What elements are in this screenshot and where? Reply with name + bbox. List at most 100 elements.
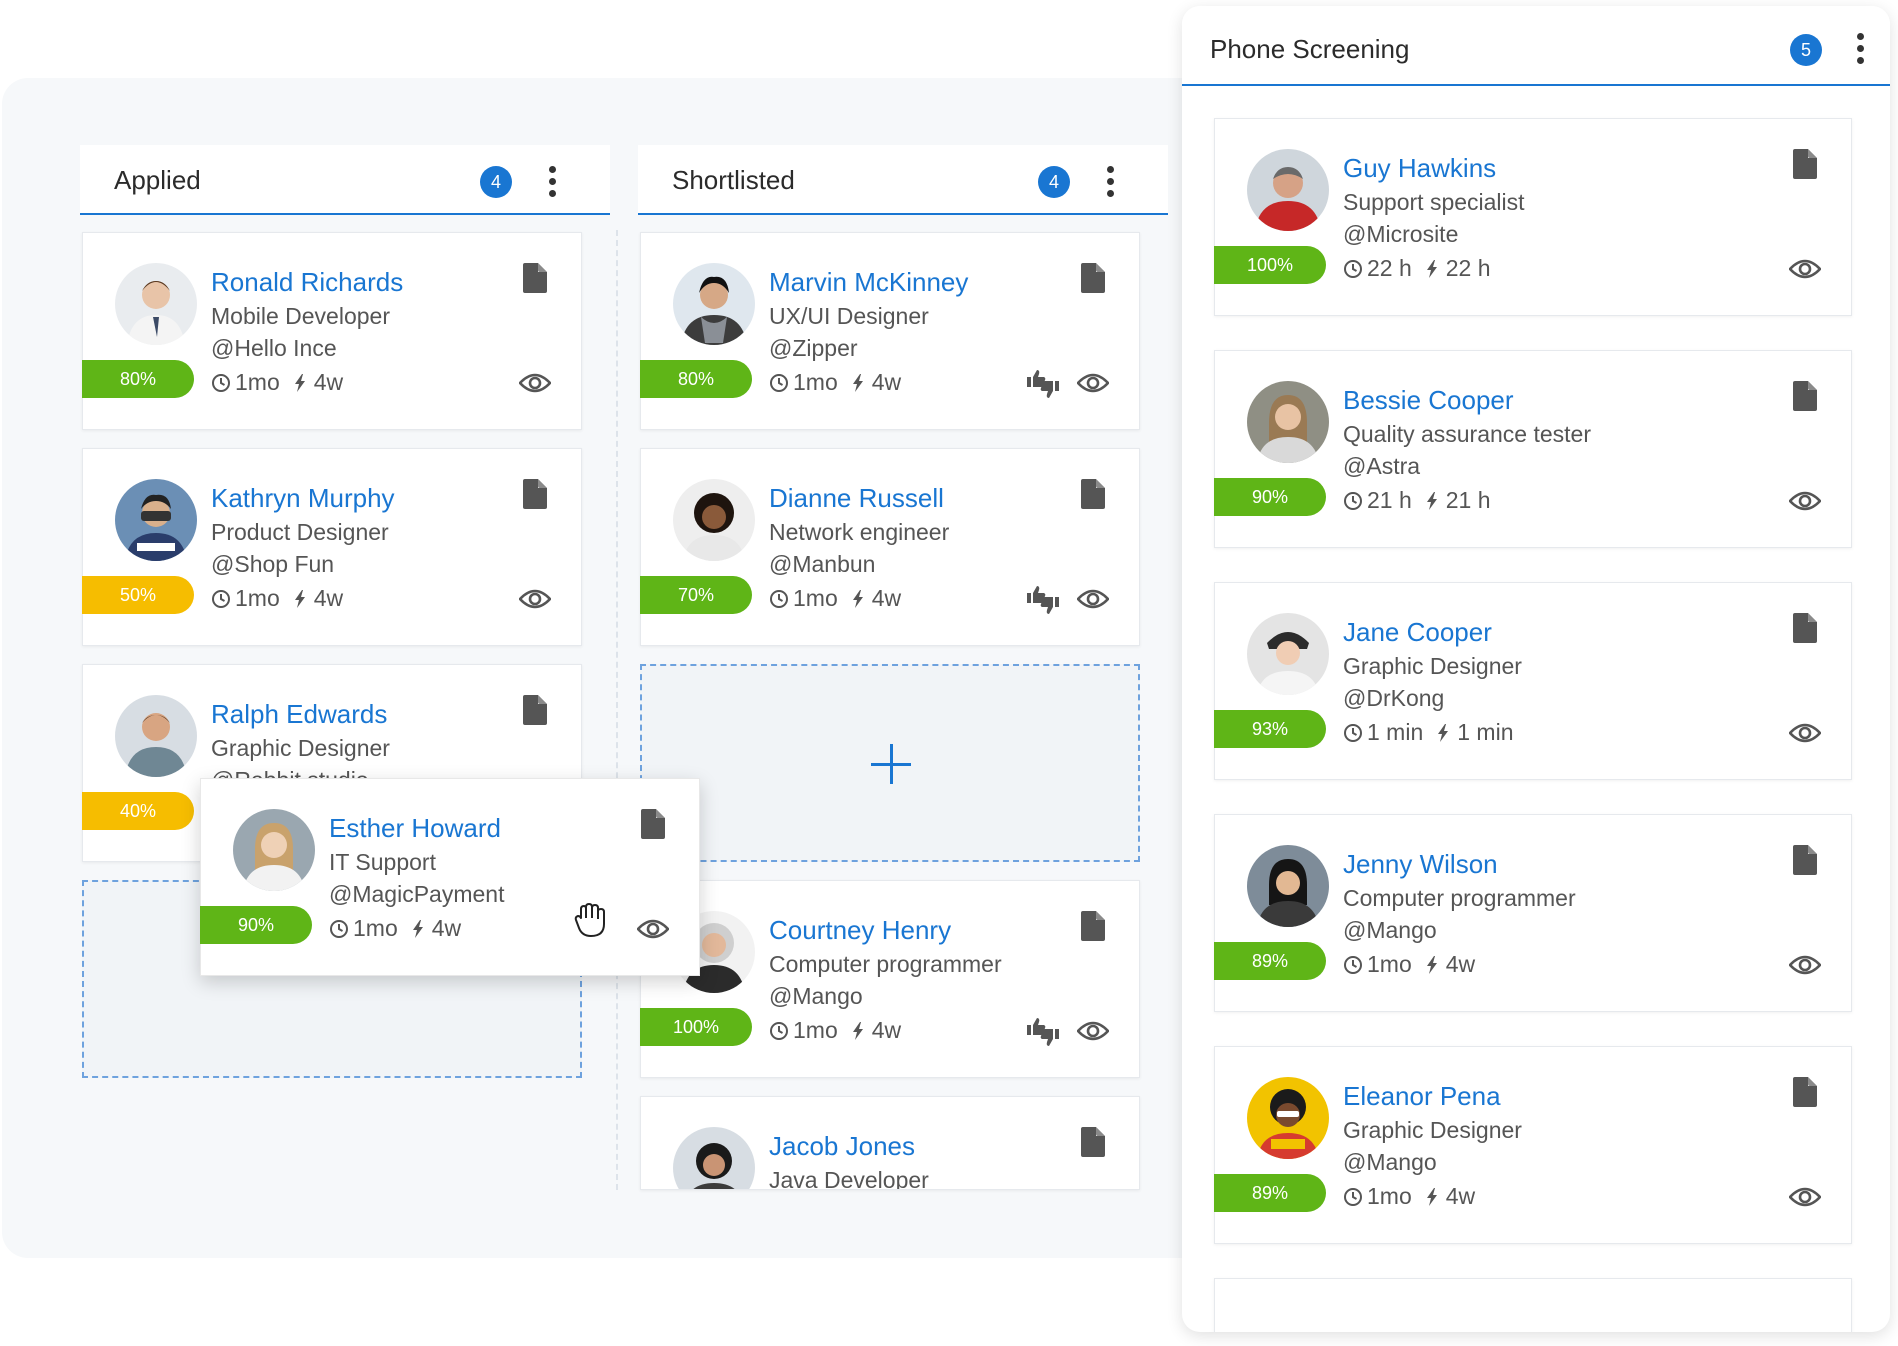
document-icon[interactable] <box>1793 845 1817 875</box>
avatar <box>1247 149 1329 231</box>
document-icon[interactable] <box>1081 479 1105 509</box>
time-in-stage: 1 min <box>1367 719 1424 745</box>
candidate-meta: 1mo 4w <box>769 369 901 396</box>
candidate-card[interactable]: 80% Ronald Richards Mobile Developer @He… <box>82 232 582 430</box>
candidate-name-link[interactable]: Jacob Jones <box>769 1131 915 1162</box>
candidate-card[interactable] <box>1214 1278 1852 1332</box>
document-icon[interactable] <box>1793 381 1817 411</box>
more-options-icon[interactable] <box>1852 30 1868 68</box>
candidate-name-link[interactable]: Dianne Russell <box>769 483 944 514</box>
last-activity: 21 h <box>1445 487 1491 513</box>
candidate-meta: 1mo 4w <box>211 369 343 396</box>
candidate-card[interactable]: 100% Guy Hawkins Support specialist @Mic… <box>1214 118 1852 316</box>
avatar <box>673 263 755 345</box>
candidate-name-link[interactable]: Bessie Cooper <box>1343 385 1514 416</box>
time-in-stage: 1mo <box>235 585 280 611</box>
avatar <box>233 809 315 891</box>
view-icon[interactable] <box>1077 587 1109 611</box>
candidate-meta: 1mo 4w <box>1343 1183 1475 1210</box>
time-in-stage: 1mo <box>793 1017 838 1043</box>
document-icon[interactable] <box>1793 1077 1817 1107</box>
candidate-name-link[interactable]: Jenny Wilson <box>1343 849 1498 880</box>
avatar <box>673 479 755 561</box>
bolt-icon <box>848 589 868 609</box>
view-icon[interactable] <box>1789 721 1821 745</box>
clock-icon <box>769 373 789 393</box>
candidate-meta: 1 min 1 min <box>1343 719 1514 746</box>
candidate-card[interactable]: 89% Jenny Wilson Computer programmer @Ma… <box>1214 814 1852 1012</box>
candidate-name-link[interactable]: Eleanor Pena <box>1343 1081 1501 1112</box>
avatar <box>115 263 197 345</box>
thumbs-vote-icon[interactable] <box>1025 369 1061 399</box>
view-icon[interactable] <box>637 917 669 941</box>
bolt-icon <box>290 373 310 393</box>
document-icon[interactable] <box>641 809 665 839</box>
candidate-card[interactable]: 89% Eleanor Pena Graphic Designer @Mango… <box>1214 1046 1852 1244</box>
candidate-card[interactable]: 50% Kathryn Murphy Product Designer @Sho… <box>82 448 582 646</box>
document-icon[interactable] <box>1081 911 1105 941</box>
view-icon[interactable] <box>1789 489 1821 513</box>
candidate-meta: 1mo 4w <box>769 585 901 612</box>
match-percentage-badge: 80% <box>640 360 752 398</box>
candidate-name-link[interactable]: Esther Howard <box>329 813 501 844</box>
document-icon[interactable] <box>523 263 547 293</box>
column-header: Applied 4 <box>80 145 610 215</box>
last-activity: 22 h <box>1445 255 1491 281</box>
candidate-company: @Astra <box>1343 453 1421 479</box>
document-icon[interactable] <box>523 479 547 509</box>
view-icon[interactable] <box>1789 953 1821 977</box>
view-icon[interactable] <box>1077 1019 1109 1043</box>
candidate-role: Support specialist <box>1343 189 1525 215</box>
document-icon[interactable] <box>1793 149 1817 179</box>
document-icon[interactable] <box>1793 613 1817 643</box>
more-options-icon[interactable] <box>1102 163 1118 201</box>
clock-icon <box>1343 955 1363 975</box>
candidate-role: Graphic Designer <box>211 735 390 761</box>
last-activity: 4w <box>1445 1183 1476 1209</box>
avatar <box>1247 1077 1329 1159</box>
more-options-icon[interactable] <box>544 163 560 201</box>
candidate-meta: 21 h 21 h <box>1343 487 1491 514</box>
time-in-stage: 22 h <box>1367 255 1412 281</box>
match-percentage-badge: 100% <box>1214 246 1326 284</box>
candidate-company: @Mango <box>769 983 863 1009</box>
candidate-card[interactable]: 93% Jane Cooper Graphic Designer @DrKong… <box>1214 582 1852 780</box>
view-icon[interactable] <box>1789 257 1821 281</box>
candidate-role: UX/UI Designer <box>769 303 929 329</box>
candidate-name-link[interactable]: Ralph Edwards <box>211 699 387 730</box>
clock-icon <box>1343 259 1363 279</box>
candidate-card[interactable]: 90% Bessie Cooper Quality assurance test… <box>1214 350 1852 548</box>
candidate-company: @Zipper <box>769 335 858 361</box>
thumbs-vote-icon[interactable] <box>1025 585 1061 615</box>
document-icon[interactable] <box>1081 1127 1105 1157</box>
candidate-name-link[interactable]: Jane Cooper <box>1343 617 1492 648</box>
column-header: Phone Screening 5 <box>1182 6 1890 86</box>
candidate-name-link[interactable]: Ronald Richards <box>211 267 403 298</box>
candidate-card[interactable]: 100% Courtney Henry Computer programmer … <box>640 880 1140 1078</box>
last-activity: 4w <box>871 369 902 395</box>
document-icon[interactable] <box>523 695 547 725</box>
candidate-name-link[interactable]: Guy Hawkins <box>1343 153 1496 184</box>
bolt-icon <box>1422 1187 1442 1207</box>
thumbs-vote-icon[interactable] <box>1025 1017 1061 1047</box>
view-icon[interactable] <box>519 587 551 611</box>
candidate-card[interactable]: Jacob Jones Java Developer <box>640 1096 1140 1190</box>
bolt-icon <box>290 589 310 609</box>
candidate-card[interactable]: 80% Marvin McKinney UX/UI Designer @Zipp… <box>640 232 1140 430</box>
document-icon[interactable] <box>1081 263 1105 293</box>
count-badge: 4 <box>1038 166 1070 198</box>
phone-screening-panel: Phone Screening 5 100% Guy Hawkins Suppo… <box>1182 6 1890 1332</box>
add-candidate-drop-zone[interactable] <box>640 664 1140 862</box>
view-icon[interactable] <box>1789 1185 1821 1209</box>
candidate-company: @MagicPayment <box>329 881 505 907</box>
bolt-icon <box>1422 491 1442 511</box>
candidate-name-link[interactable]: Kathryn Murphy <box>211 483 395 514</box>
candidate-name-link[interactable]: Courtney Henry <box>769 915 951 946</box>
dragging-candidate-card[interactable]: 90% Esther Howard IT Support @MagicPayme… <box>200 778 700 976</box>
candidate-role: Product Designer <box>211 519 389 545</box>
view-icon[interactable] <box>519 371 551 395</box>
add-icon[interactable] <box>871 744 911 784</box>
view-icon[interactable] <box>1077 371 1109 395</box>
candidate-name-link[interactable]: Marvin McKinney <box>769 267 968 298</box>
candidate-card[interactable]: 70% Dianne Russell Network engineer @Man… <box>640 448 1140 646</box>
